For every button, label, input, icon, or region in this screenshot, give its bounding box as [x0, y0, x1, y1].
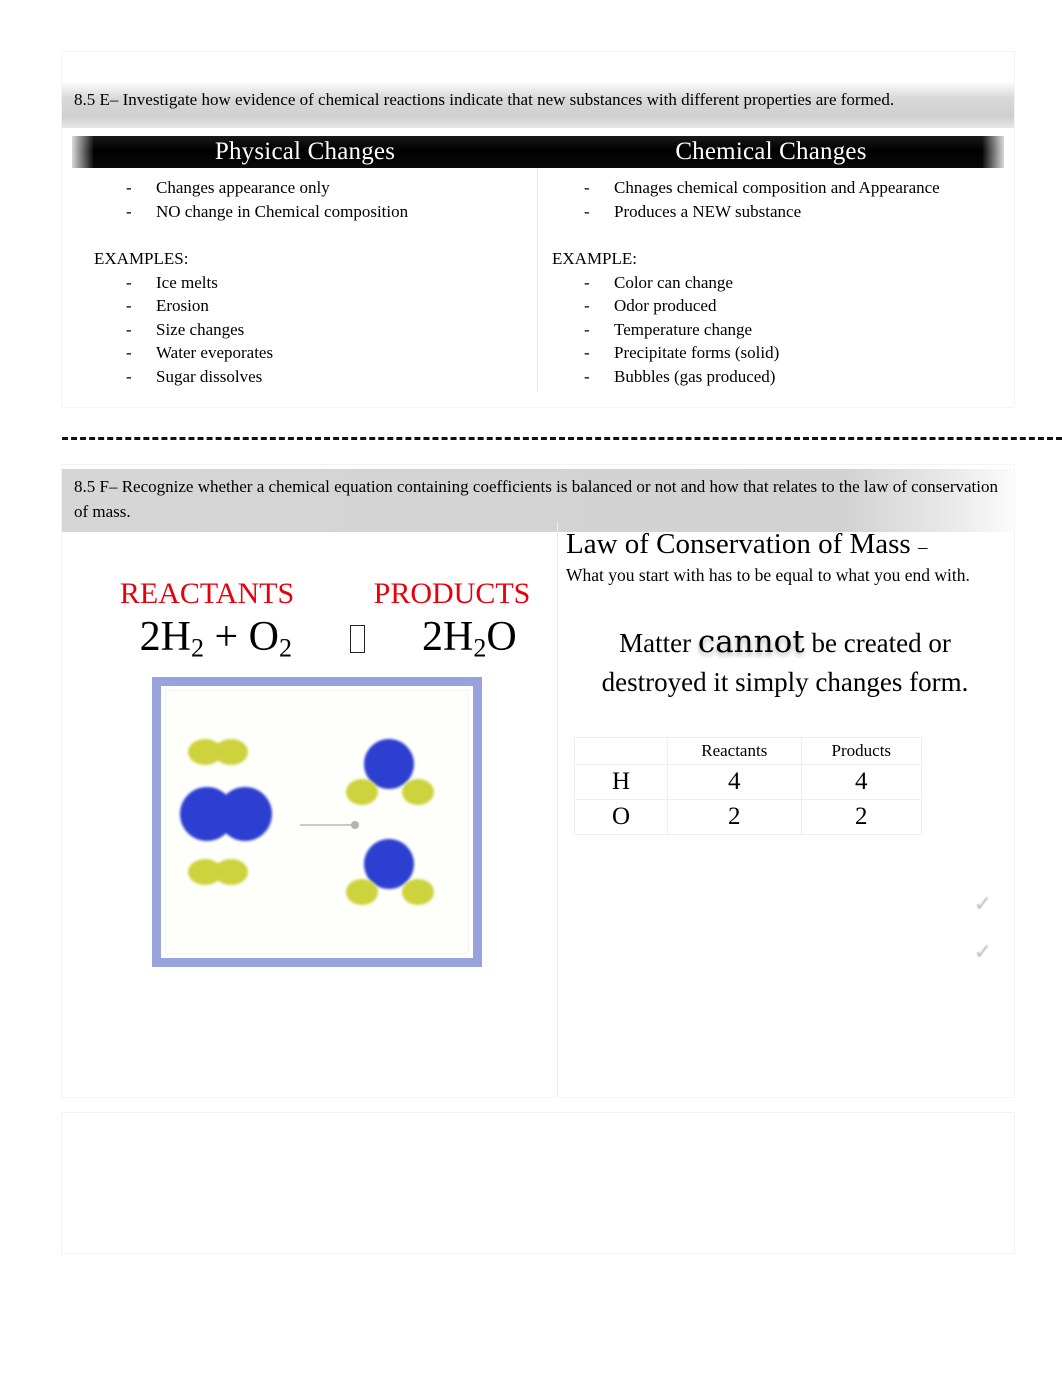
law-column: Law of Conservation of Mass – What you s… [558, 522, 1014, 1097]
section-conservation-of-mass: 8.5 F– Recognize whether a chemical equa… [62, 465, 1014, 1097]
hydrogen-atom [402, 879, 434, 905]
list-item: NO change in Chemical composition [80, 200, 533, 224]
table-header-products: Products [800, 736, 923, 765]
table-header-row: Reactants Products [574, 736, 923, 765]
matter-emphasis-cannot: cannot [697, 623, 805, 660]
equation-lhs-mid: + O [203, 614, 279, 660]
equation-lhs-sub2: 2 [278, 633, 292, 663]
matter-statement: Matter cannot be created or destroyed it… [566, 621, 1004, 701]
element-symbol: O [574, 798, 668, 835]
table-header-reactants: Reactants [667, 736, 802, 765]
product-count: 2 [800, 798, 923, 835]
reaction-arrow-missing-glyph-icon [292, 625, 422, 656]
products-label: PRODUCTS [373, 577, 531, 610]
list-item: Color can change [546, 271, 1000, 295]
law-title-text: Law of Conservation of Mass [566, 528, 911, 560]
law-of-conservation-title: Law of Conservation of Mass – [566, 528, 1004, 560]
reactant-count: 2 [667, 798, 802, 835]
check-icon: ✓ [973, 891, 993, 916]
chemical-changes-title: Chemical Changes [675, 138, 867, 165]
law-title-dash: – [917, 537, 928, 558]
list-item: Produces a NEW substance [546, 200, 1000, 224]
list-item: Temperature change [546, 318, 1000, 342]
conservation-columns: REACTANTS PRODUCTS 2H2 + O2 2H2O Law of … [62, 522, 1014, 1097]
check-icon: ✓ [973, 939, 993, 964]
equation-rhs-suffix: O [486, 614, 517, 660]
equation-rhs-prefix: 2H [422, 614, 474, 660]
reactant-count: 4 [667, 763, 802, 800]
teks-standard-8-5-e: 8.5 E– Investigate how evidence of chemi… [62, 82, 1014, 128]
table-row: H 4 4 [574, 763, 923, 800]
physical-examples-list: Ice melts Erosion Size changes Water eve… [80, 271, 533, 389]
reaction-arrow-icon [300, 821, 359, 829]
equation-column: REACTANTS PRODUCTS 2H2 + O2 2H2O [62, 522, 558, 1097]
changes-title-bar: Physical Changes Chemical Changes [72, 136, 1004, 168]
law-subtitle: What you start with has to be equal to w… [566, 565, 970, 586]
chemical-points-list: Chnages chemical composition and Appeara… [546, 176, 1000, 223]
molecule-diagram-image [152, 677, 482, 967]
equation-lhs-prefix: 2H [139, 614, 191, 660]
list-item: Water eveporates [80, 341, 533, 365]
hydrogen-atom [402, 779, 434, 805]
hydrogen-atom [214, 859, 248, 885]
table-header-blank [574, 736, 668, 765]
equation-reactants: 2H2 + O2 [62, 616, 292, 662]
product-count: 4 [800, 763, 923, 800]
section-divider [62, 437, 1062, 440]
oxygen-atom [218, 787, 272, 841]
list-item: Size changes [80, 318, 533, 342]
notes-empty-box [62, 1113, 1014, 1253]
list-item: Odor produced [546, 294, 1000, 318]
physical-examples-label: EXAMPLES: [94, 249, 189, 268]
list-item: Changes appearance only [80, 176, 533, 200]
hydrogen-atom [346, 879, 378, 905]
list-item: Sugar dissolves [80, 365, 533, 389]
molecule-diagram-canvas [165, 690, 469, 954]
balance-check-marks: ✓ ✓ [966, 880, 1000, 976]
chemical-changes-column: Chnages chemical composition and Appeara… [538, 168, 1004, 392]
hydrogen-atom [214, 739, 248, 765]
section-physical-chemical-changes: 8.5 E– Investigate how evidence of chemi… [62, 52, 1014, 407]
equation-lhs-sub1: 2 [190, 633, 204, 663]
hydrogen-atom [346, 779, 378, 805]
list-item: Erosion [80, 294, 533, 318]
equation-rhs-sub: 2 [473, 633, 487, 663]
table-row: O 2 2 [574, 798, 923, 835]
tofu-box-icon [349, 625, 365, 653]
changes-columns: Changes appearance only NO change in Che… [72, 168, 1004, 392]
matter-part-one: Matter [619, 627, 692, 658]
physical-changes-column: Changes appearance only NO change in Che… [72, 168, 538, 392]
reactants-products-headers: REACTANTS PRODUCTS [62, 577, 557, 611]
atom-count-table: Reactants Products H 4 4 O 2 2 [574, 736, 923, 835]
list-item: Chnages chemical composition and Appeara… [546, 176, 1000, 200]
list-item: Bubbles (gas produced) [546, 365, 1000, 389]
physical-changes-title: Physical Changes [214, 138, 396, 165]
chemical-examples-label: EXAMPLE: [552, 249, 637, 268]
equation-products: 2H2O [422, 616, 557, 662]
chemical-equation: 2H2 + O2 2H2O [62, 616, 557, 662]
physical-points-list: Changes appearance only NO change in Che… [80, 176, 533, 223]
chemical-examples-list: Color can change Odor produced Temperatu… [546, 271, 1000, 389]
list-item: Precipitate forms (solid) [546, 341, 1000, 365]
element-symbol: H [574, 763, 668, 800]
reactants-label: REACTANTS [119, 577, 295, 610]
list-item: Ice melts [80, 271, 533, 295]
